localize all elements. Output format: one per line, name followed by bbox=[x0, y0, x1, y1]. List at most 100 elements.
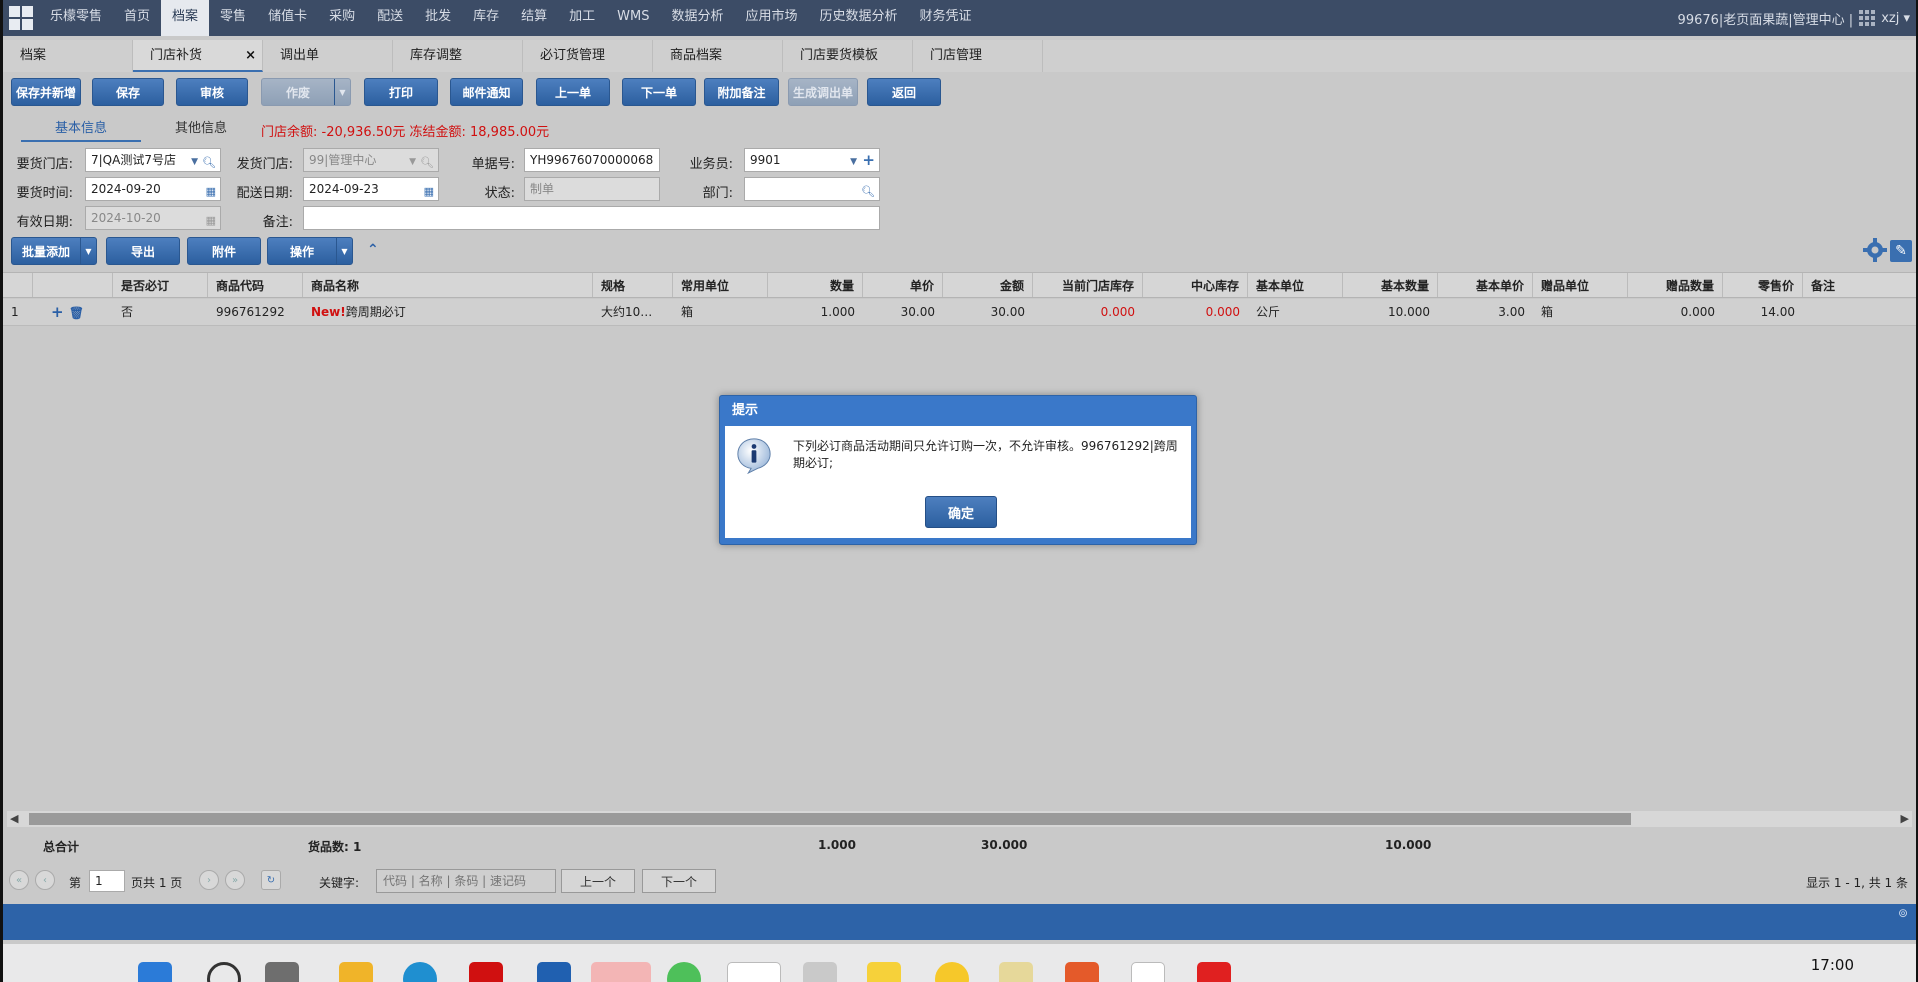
header-amount[interactable]: 金额 bbox=[943, 273, 1033, 297]
delivery-date-field[interactable]: 2024-09-23 ▦ bbox=[303, 177, 439, 201]
header-retail-price[interactable]: 零售价 bbox=[1723, 273, 1803, 297]
start-icon[interactable] bbox=[138, 962, 172, 982]
store-icon[interactable] bbox=[537, 962, 571, 982]
edit-icon[interactable]: ✎ bbox=[1890, 240, 1912, 262]
save-button[interactable]: 保存 bbox=[92, 78, 164, 106]
nav-item-data-analysis[interactable]: 数据分析 bbox=[661, 0, 735, 36]
req-store-field[interactable]: 7|QA测试7号店 ▼ 🔍︎ bbox=[85, 148, 221, 172]
header-base-unit[interactable]: 基本单位 bbox=[1248, 273, 1343, 297]
search-icon[interactable] bbox=[207, 962, 241, 982]
caret-down-icon[interactable]: ▼ bbox=[80, 238, 96, 264]
scroll-right-icon[interactable]: ▶ bbox=[1901, 811, 1909, 827]
doc-no-field[interactable]: YH99676070000068 bbox=[524, 148, 660, 172]
nav-item-wholesale[interactable]: 批发 bbox=[414, 0, 462, 36]
add-icon[interactable]: + bbox=[862, 149, 875, 171]
first-page-icon[interactable]: « bbox=[9, 870, 29, 890]
header-name[interactable]: 商品名称 bbox=[303, 273, 593, 297]
nav-item-distribution[interactable]: 配送 bbox=[366, 0, 414, 36]
app-gold-icon[interactable] bbox=[999, 962, 1033, 982]
nav-item-lemeng[interactable]: 乐檬零售 bbox=[39, 0, 113, 36]
next-doc-button[interactable]: 下一单 bbox=[622, 78, 696, 106]
nav-item-retail[interactable]: 零售 bbox=[209, 0, 257, 36]
header-unit[interactable]: 常用单位 bbox=[673, 273, 768, 297]
taskview-icon[interactable] bbox=[265, 962, 299, 982]
scroll-top-icon[interactable]: ⊚ bbox=[1898, 906, 1908, 920]
app-yellow2-icon[interactable] bbox=[935, 962, 969, 982]
refresh-icon[interactable]: ↻ bbox=[261, 870, 281, 890]
nav-item-purchase[interactable]: 采购 bbox=[318, 0, 366, 36]
user-menu[interactable]: xzj ▾ bbox=[1881, 11, 1910, 26]
header-remark[interactable]: 备注 bbox=[1803, 273, 1916, 297]
header-store-stock[interactable]: 当前门店库存 bbox=[1033, 273, 1143, 297]
audit-button[interactable]: 审核 bbox=[176, 78, 248, 106]
page-input[interactable]: 1 bbox=[89, 870, 125, 892]
app-icon[interactable] bbox=[803, 962, 837, 982]
app-grid-logo-icon[interactable] bbox=[3, 0, 39, 36]
back-button[interactable]: 返回 bbox=[867, 78, 941, 106]
calendar-icon[interactable]: ▦ bbox=[424, 181, 434, 200]
nav-item-settlement[interactable]: 结算 bbox=[510, 0, 558, 36]
attach-note-button[interactable]: 附加备注 bbox=[704, 78, 779, 106]
tab-store-manage[interactable]: 门店管理 bbox=[913, 40, 1043, 72]
search-icon[interactable]: 🔍︎ bbox=[202, 152, 216, 171]
tab-archive[interactable]: 档案 bbox=[3, 40, 133, 72]
keyword-search-input[interactable] bbox=[376, 869, 556, 893]
collapse-up-icon[interactable]: ⌃ bbox=[367, 242, 379, 258]
header-center-stock[interactable]: 中心库存 bbox=[1143, 273, 1248, 297]
scrollbar-thumb[interactable] bbox=[29, 813, 1631, 825]
tab-store-replenish[interactable]: 门店补货 × bbox=[133, 40, 263, 72]
header-required[interactable]: 是否必订 bbox=[113, 273, 208, 297]
remark-field[interactable] bbox=[303, 206, 880, 230]
nav-item-history-analysis[interactable]: 历史数据分析 bbox=[809, 0, 909, 36]
prev-doc-button[interactable]: 上一单 bbox=[536, 78, 610, 106]
email-notify-button[interactable]: 邮件通知 bbox=[450, 78, 523, 106]
horizontal-scrollbar[interactable]: ◀ ▶ bbox=[7, 811, 1912, 827]
add-row-icon[interactable]: + bbox=[51, 303, 64, 321]
app-red-icon[interactable] bbox=[469, 962, 503, 982]
req-time-field[interactable]: 2024-09-20 ▦ bbox=[85, 177, 221, 201]
operate-button[interactable]: 操作 ▼ bbox=[267, 237, 353, 265]
header-gift-unit[interactable]: 赠品单位 bbox=[1533, 273, 1628, 297]
cell-qty[interactable]: 1.000 bbox=[768, 299, 863, 325]
search-icon[interactable]: 🔍︎ bbox=[861, 181, 875, 200]
tab-transfer-out[interactable]: 调出单 bbox=[263, 40, 393, 72]
find-next-button[interactable]: 下一个 bbox=[642, 869, 716, 893]
prev-page-icon[interactable]: ‹ bbox=[35, 870, 55, 890]
close-icon[interactable]: × bbox=[245, 40, 256, 72]
dept-field[interactable]: 🔍︎ bbox=[744, 177, 880, 201]
header-spec[interactable]: 规格 bbox=[593, 273, 673, 297]
chrome-icon[interactable] bbox=[727, 962, 781, 982]
find-prev-button[interactable]: 上一个 bbox=[561, 869, 635, 893]
cell-gift-qty[interactable]: 0.000 bbox=[1628, 299, 1723, 325]
subtab-other-info[interactable]: 其他信息 bbox=[141, 118, 261, 142]
header-gift-qty[interactable]: 赠品数量 bbox=[1628, 273, 1723, 297]
cell-remark[interactable] bbox=[1803, 299, 1916, 325]
header-code[interactable]: 商品代码 bbox=[208, 273, 303, 297]
salesman-field[interactable]: 9901 ▼ + bbox=[744, 148, 880, 172]
nav-item-processing[interactable]: 加工 bbox=[558, 0, 606, 36]
wps-icon[interactable] bbox=[1197, 962, 1231, 982]
nav-item-inventory[interactable]: 库存 bbox=[462, 0, 510, 36]
caret-down-icon[interactable]: ▼ bbox=[336, 238, 352, 264]
folder-icon[interactable] bbox=[339, 962, 373, 982]
calendar-icon[interactable]: ▦ bbox=[206, 181, 216, 200]
batch-add-button[interactable]: 批量添加 ▼ bbox=[11, 237, 97, 265]
typora-icon[interactable] bbox=[1131, 962, 1165, 982]
apps-grid-icon[interactable] bbox=[1859, 10, 1876, 26]
scroll-left-icon[interactable]: ◀ bbox=[10, 811, 18, 827]
nav-item-archive[interactable]: 档案 bbox=[161, 0, 210, 36]
header-qty[interactable]: 数量 bbox=[768, 273, 863, 297]
nav-item-app-market[interactable]: 应用市场 bbox=[735, 0, 809, 36]
last-page-icon[interactable]: » bbox=[225, 870, 245, 890]
save-and-new-button[interactable]: 保存并新增 bbox=[11, 78, 81, 106]
wechat-icon[interactable] bbox=[667, 962, 701, 982]
header-price[interactable]: 单价 bbox=[863, 273, 943, 297]
nav-item-home[interactable]: 首页 bbox=[113, 0, 161, 36]
nav-item-stored-value[interactable]: 储值卡 bbox=[257, 0, 318, 36]
ok-button[interactable]: 确定 bbox=[925, 496, 997, 528]
export-button[interactable]: 导出 bbox=[106, 237, 180, 265]
next-page-icon[interactable]: › bbox=[199, 870, 219, 890]
tab-stock-adjust[interactable]: 库存调整 bbox=[393, 40, 523, 72]
nav-item-wms[interactable]: WMS bbox=[606, 0, 660, 36]
edge-icon[interactable] bbox=[403, 962, 437, 982]
